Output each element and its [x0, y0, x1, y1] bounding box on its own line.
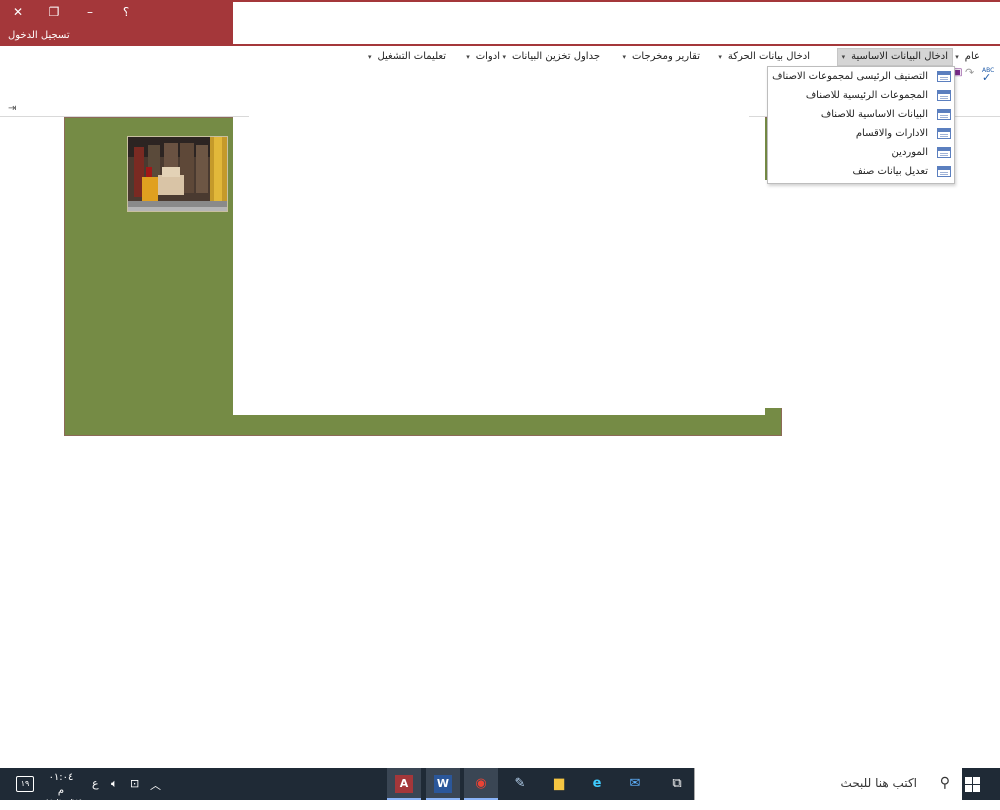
- close-button[interactable]: ✕: [8, 4, 28, 20]
- chevron-down-icon: ▾: [622, 53, 626, 61]
- basic-data-dropdown: التصنيف الرئيسى لمجموعات الاصناف المجموع…: [767, 66, 955, 184]
- paint-app[interactable]: ✎: [503, 768, 537, 800]
- minimize-button[interactable]: –: [80, 4, 100, 20]
- chevron-down-icon: ▾: [955, 53, 959, 61]
- dropdown-item-main-groups[interactable]: المجموعات الرئيسية للاصناف: [768, 87, 954, 106]
- pin-icon[interactable]: ⇥: [8, 103, 16, 114]
- title-accent-line: [233, 0, 1000, 2]
- edge-icon: e: [592, 776, 602, 791]
- chevron-down-icon: ▾: [367, 53, 372, 61]
- redo-icon: ↷: [965, 66, 975, 79]
- form-icon: [937, 90, 951, 101]
- chevron-down-icon: ▾: [718, 53, 722, 61]
- chevron-down-icon: ▾: [502, 53, 507, 61]
- word-icon: W: [434, 774, 452, 793]
- folder-icon: ▆: [554, 776, 564, 791]
- chevron-down-icon: ▾: [841, 53, 846, 61]
- menu-bar: عام▾ ادخال البيانات الاساسية▾ ادخال بيان…: [360, 46, 1000, 66]
- restore-icon: ❐: [48, 5, 60, 19]
- spelling-button[interactable]: ABC ✓: [982, 67, 994, 84]
- form-icon: [937, 71, 951, 82]
- redo-button[interactable]: ↷: [965, 66, 974, 79]
- dropdown-item-edit-item[interactable]: تعديل بيانات صنف: [768, 163, 954, 182]
- check-icon: ✓: [982, 71, 992, 84]
- dropdown-item-suppliers[interactable]: الموردين: [768, 144, 954, 163]
- form-panel-top: [249, 90, 749, 120]
- taskbar: ⚲ اكتب هنا للبحث ⧉ ✉ e ▆ ✎ ◉ W A ︿ ⊡ 🔈︎ …: [0, 768, 1000, 809]
- menu-basic-data[interactable]: ادخال البيانات الاساسية▾: [836, 48, 953, 66]
- notification-icon: ١٩: [20, 779, 30, 788]
- title-bar: ✕ ❐ – ؟ تسجيل الدخول: [0, 0, 233, 44]
- task-view-button[interactable]: ⧉: [660, 768, 694, 800]
- paint-icon: ✎: [514, 776, 526, 791]
- form-icon: [937, 109, 951, 120]
- chrome-app[interactable]: ◉: [464, 768, 498, 800]
- taskview-icon: ⧉: [672, 776, 682, 791]
- edge-app[interactable]: e: [580, 768, 614, 800]
- warehouse-picture: [128, 137, 227, 211]
- clock-date: ٤١/١٠/٢٥: [44, 798, 83, 809]
- dropdown-item-departments[interactable]: الادارات والاقسام: [768, 125, 954, 144]
- network-icon[interactable]: ⊡: [130, 777, 139, 790]
- dropdown-item-items-basic-data[interactable]: البيانات الاساسية للاصناف: [768, 106, 954, 125]
- start-button[interactable]: [965, 777, 980, 792]
- show-hidden-icons[interactable]: ︿: [150, 777, 161, 793]
- search-icon: ⚲: [939, 775, 950, 791]
- form-icon: [937, 166, 951, 177]
- taskbar-search[interactable]: ⚲ اكتب هنا للبحث: [694, 768, 962, 800]
- chevron-up-icon: ︿: [150, 779, 161, 792]
- access-app[interactable]: A: [387, 768, 421, 800]
- volume-icon[interactable]: 🔈︎: [111, 777, 118, 791]
- warehouse-image: [127, 136, 228, 212]
- form-icon: [937, 128, 951, 139]
- notification-button[interactable]: ١٩: [16, 776, 34, 792]
- dropdown-item-main-classification[interactable]: التصنيف الرئيسى لمجموعات الاصناف: [768, 68, 954, 87]
- form-panel: [233, 117, 765, 415]
- window-caption: تسجيل الدخول: [8, 30, 70, 41]
- taskbar-clock[interactable]: ٠١:٠٤ م ٤١/١٠/٢٥: [44, 771, 83, 810]
- menu-reports[interactable]: تقارير ومخرجات▾: [622, 49, 700, 65]
- mail-app[interactable]: ✉: [618, 768, 652, 800]
- menu-tools[interactable]: ادوات▾: [466, 49, 500, 65]
- minimize-icon: –: [87, 5, 93, 19]
- windows-icon: [965, 777, 972, 784]
- close-icon: ✕: [12, 5, 24, 19]
- form-icon: [937, 147, 951, 158]
- chevron-down-icon: ▾: [466, 53, 470, 61]
- menu-movement-data[interactable]: ادخال بيانات الحركة▾: [718, 49, 810, 65]
- restore-button[interactable]: ❐: [44, 4, 64, 20]
- explorer-app[interactable]: ▆: [542, 768, 576, 800]
- language-indicator[interactable]: ع: [92, 777, 99, 790]
- word-app[interactable]: W: [426, 768, 460, 800]
- menu-general[interactable]: عام▾: [955, 49, 980, 65]
- form-panel-right: [700, 180, 807, 408]
- mail-icon: ✉: [629, 776, 641, 791]
- access-icon: A: [395, 774, 413, 793]
- clock-time: ٠١:٠٤ م: [48, 772, 74, 796]
- help-icon: ؟: [122, 5, 130, 19]
- menu-help[interactable]: تعليمات التشغيل▾: [368, 49, 446, 65]
- help-button[interactable]: ؟: [116, 4, 136, 20]
- menu-storage-tables[interactable]: جداول تخزين البيانات▾: [503, 49, 600, 65]
- chrome-icon: ◉: [475, 776, 487, 791]
